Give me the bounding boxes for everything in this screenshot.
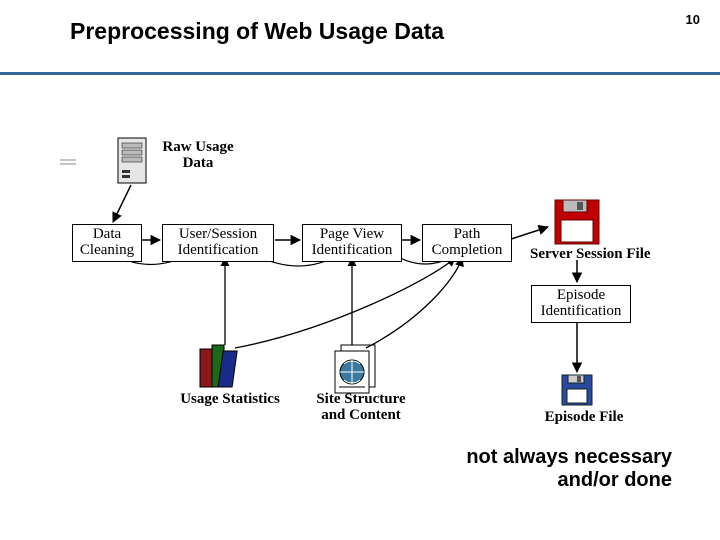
- server-session-file-label: Server Session File: [530, 247, 680, 263]
- usage-stats-label: Usage Statistics: [170, 392, 290, 408]
- site-structure-label: Site Structureand Content: [306, 392, 416, 424]
- decorative-mark: [60, 160, 76, 164]
- data-cleaning-box: DataCleaning: [72, 224, 142, 262]
- raw-usage-label: Raw UsageData: [153, 140, 243, 172]
- floppy-red-icon: [555, 200, 599, 244]
- footnote-text: not always necessaryand/or done: [432, 446, 672, 492]
- floppy-blue-icon: [562, 375, 592, 405]
- books-icon: [200, 345, 237, 387]
- episode-file-label: Episode File: [534, 410, 634, 426]
- path-completion-box: PathCompletion: [422, 224, 512, 262]
- user-session-box: User/SessionIdentification: [162, 224, 274, 262]
- episode-id-box: EpisodeIdentification: [531, 285, 631, 323]
- document-globe-icon: [335, 345, 375, 393]
- page-view-box: Page ViewIdentification: [302, 224, 402, 262]
- server-icon: [118, 138, 146, 183]
